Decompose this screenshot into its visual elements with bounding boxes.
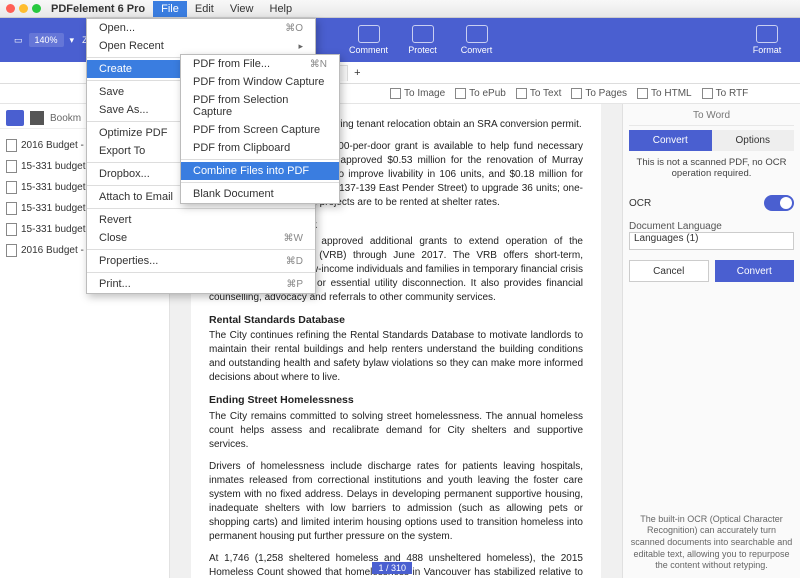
doclang-label: Document Language	[629, 221, 794, 232]
close-window-icon[interactable]	[6, 4, 15, 13]
format-icon	[756, 25, 778, 43]
create-submenu: PDF from File...⌘N PDF from Window Captu…	[180, 54, 340, 204]
menubar: PDFelement 6 Pro File Edit View Help	[0, 0, 800, 18]
submenu-pdf-from-clipboard[interactable]: PDF from Clipboard	[181, 139, 339, 157]
toolbar-comment[interactable]: Comment	[342, 25, 396, 55]
toolbar-format[interactable]: Format	[740, 25, 794, 55]
document-icon	[6, 202, 17, 215]
menu-open-recent[interactable]: Open Recent	[87, 37, 315, 55]
heading: Ending Street Homelessness	[209, 393, 583, 408]
scan-note: This is not a scanned PDF, no OCR operat…	[629, 157, 794, 179]
image-icon	[390, 88, 401, 99]
menu-close[interactable]: Close⌘W	[87, 229, 315, 247]
protect-icon	[412, 25, 434, 43]
menu-properties[interactable]: Properties...⌘D	[87, 252, 315, 270]
menu-print[interactable]: Print...⌘P	[87, 275, 315, 293]
document-icon	[6, 139, 17, 152]
sidebar-title: Bookm	[50, 113, 81, 124]
zoom-control[interactable]: ▭ 140% ▾	[14, 33, 74, 47]
heading: Rental Standards Database	[209, 313, 583, 328]
text-icon	[516, 88, 527, 99]
add-tab-button[interactable]: +	[350, 67, 364, 79]
convert-icon	[466, 25, 488, 43]
minimize-window-icon[interactable]	[19, 4, 28, 13]
toolbar-convert[interactable]: Convert	[450, 25, 504, 55]
body-text: The City remains committed to solving st…	[209, 410, 583, 452]
to-rtf-button[interactable]: To RTF	[702, 88, 749, 99]
to-image-button[interactable]: To Image	[390, 88, 445, 99]
zoom-in-icon[interactable]: ▭	[14, 35, 23, 46]
html-icon	[637, 88, 648, 99]
menu-edit[interactable]: Edit	[187, 1, 222, 17]
cancel-button[interactable]: Cancel	[629, 260, 709, 282]
menu-revert[interactable]: Revert	[87, 211, 315, 229]
menu-view[interactable]: View	[222, 1, 262, 17]
ocr-toggle[interactable]	[764, 195, 794, 211]
document-icon	[6, 181, 17, 194]
body-text: Drivers of homelessness include discharg…	[209, 460, 583, 544]
submenu-pdf-from-screen[interactable]: PDF from Screen Capture	[181, 121, 339, 139]
menu-file[interactable]: File	[153, 1, 187, 17]
pages-icon	[571, 88, 582, 99]
comment-icon	[358, 25, 380, 43]
submenu-pdf-from-selection[interactable]: PDF from Selection Capture	[181, 91, 339, 121]
ocr-label: OCR	[629, 198, 651, 209]
document-icon	[6, 244, 17, 257]
tab-options[interactable]: Options	[712, 130, 795, 151]
submenu-pdf-from-window[interactable]: PDF from Window Capture	[181, 73, 339, 91]
zoom-window-icon[interactable]	[32, 4, 41, 13]
menu-open[interactable]: Open...⌘O	[87, 19, 315, 37]
to-text-button[interactable]: To Text	[516, 88, 562, 99]
convert-button[interactable]: Convert	[715, 260, 795, 282]
panel-title: To Word	[629, 110, 794, 126]
sidebar-toggle-button[interactable]	[6, 110, 24, 126]
zoom-value[interactable]: 140%	[29, 33, 64, 47]
body-text: The City continues refining the Rental S…	[209, 329, 583, 385]
submenu-blank-document[interactable]: Blank Document	[181, 185, 339, 203]
toolbar-protect[interactable]: Protect	[396, 25, 450, 55]
to-pages-button[interactable]: To Pages	[571, 88, 627, 99]
language-select[interactable]: Languages (1)	[629, 232, 794, 250]
document-icon	[6, 223, 17, 236]
to-html-button[interactable]: To HTML	[637, 88, 692, 99]
submenu-pdf-from-file[interactable]: PDF from File...⌘N	[181, 55, 339, 73]
epub-icon	[455, 88, 466, 99]
bookmark-icon[interactable]	[30, 111, 44, 125]
page-indicator[interactable]: 1 / 310	[372, 562, 412, 574]
rtf-icon	[702, 88, 713, 99]
document-icon	[6, 160, 17, 173]
tab-convert[interactable]: Convert	[629, 130, 712, 151]
ocr-footer-note: The built-in OCR (Optical Character Reco…	[629, 514, 794, 572]
chevron-down-icon[interactable]: ▾	[70, 35, 75, 46]
to-epub-button[interactable]: To ePub	[455, 88, 506, 99]
submenu-combine-files[interactable]: Combine Files into PDF	[181, 162, 339, 180]
window-controls[interactable]	[6, 4, 41, 13]
menu-help[interactable]: Help	[262, 1, 301, 17]
convert-panel: To Word Convert Options This is not a sc…	[622, 104, 800, 578]
app-title: PDFelement 6 Pro	[51, 3, 145, 15]
